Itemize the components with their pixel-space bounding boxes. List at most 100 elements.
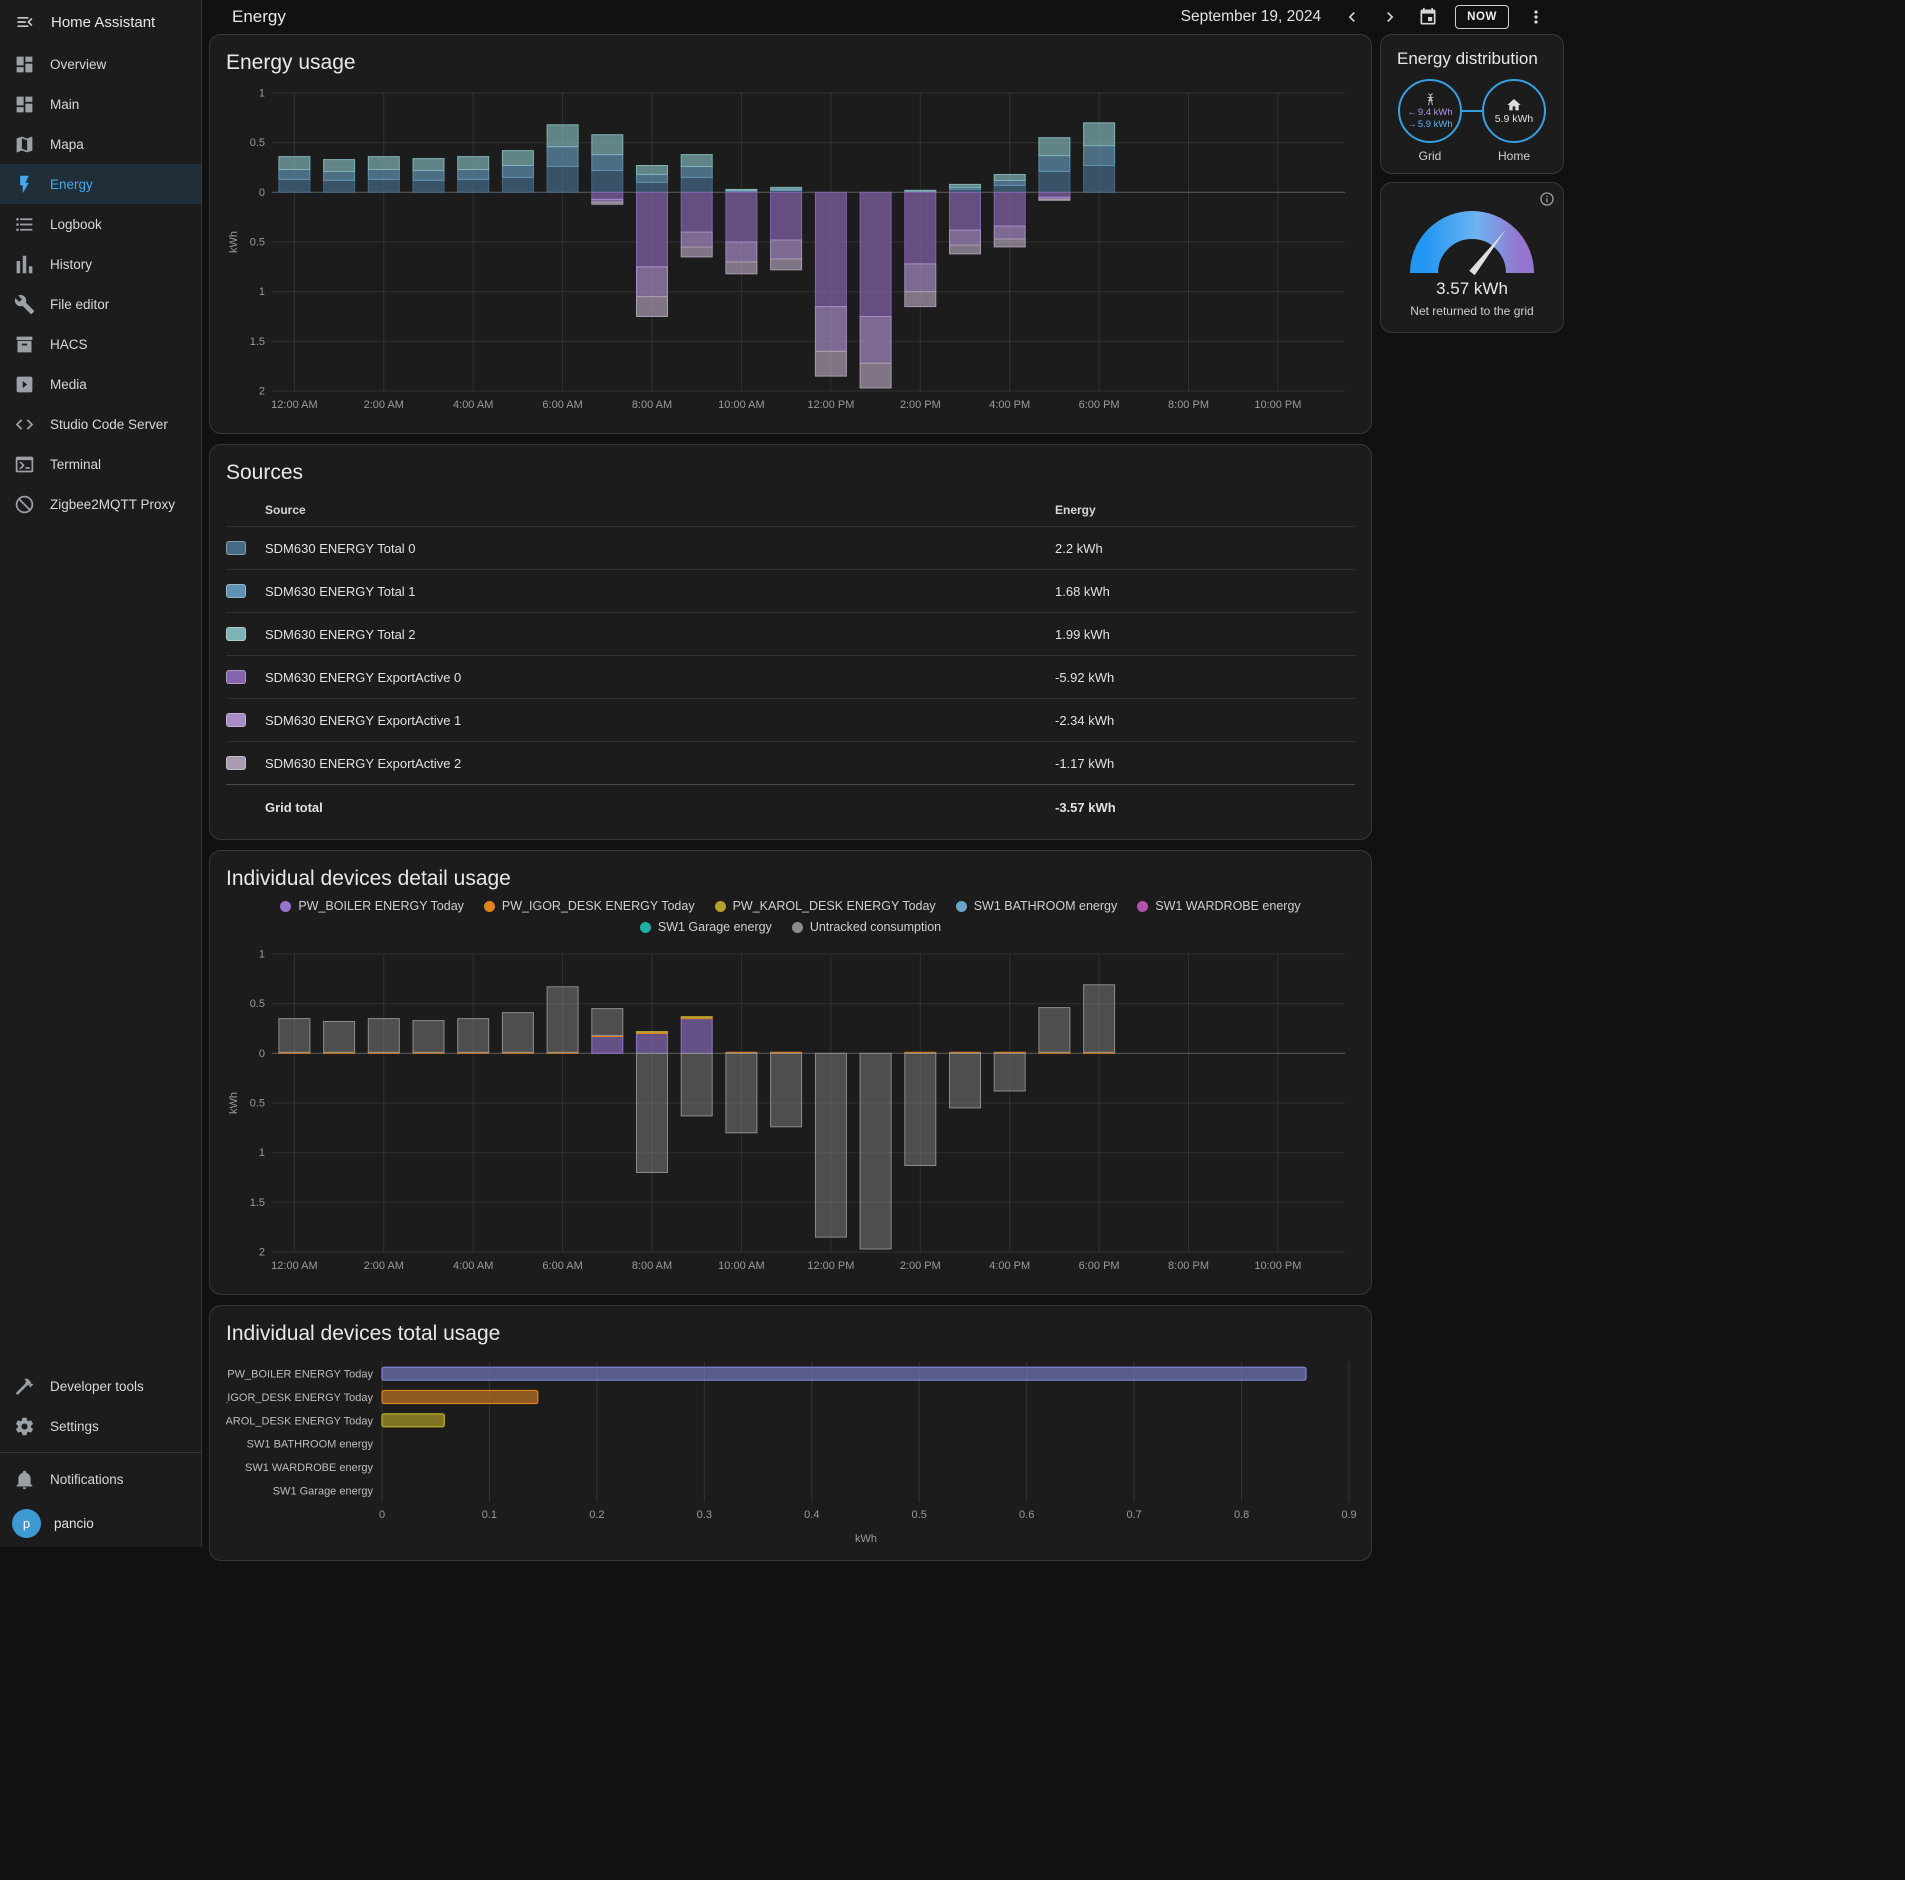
list-icon bbox=[14, 214, 35, 235]
source-row-sdm630-energy-total-2[interactable]: SDM630 ENERGY Total 2 1.99 kWh bbox=[226, 612, 1355, 655]
energy-usage-title: Energy usage bbox=[226, 51, 1355, 75]
source-row-sdm630-energy-exportactive-1[interactable]: SDM630 ENERGY ExportActive 1 -2.34 kWh bbox=[226, 698, 1355, 741]
sidebar-user[interactable]: p pancio bbox=[0, 1499, 201, 1547]
sidebar-item-mapa[interactable]: Mapa bbox=[0, 124, 201, 164]
sidebar-item-zigbee2mqtt-proxy[interactable]: Zigbee2MQTT Proxy bbox=[0, 484, 201, 524]
gauge-caption: Net returned to the grid bbox=[1410, 304, 1533, 318]
menu-open-icon bbox=[15, 12, 35, 32]
legend-item-pw-igor-desk-energy-today[interactable]: PW_IGOR_DESK ENERGY Today bbox=[484, 899, 695, 913]
svg-text:1: 1 bbox=[259, 949, 265, 961]
sidebar-item-studio-code-server[interactable]: Studio Code Server bbox=[0, 404, 201, 444]
now-button[interactable]: NOW bbox=[1455, 5, 1509, 29]
devices-detail-chart: 10.500.511.5212:00 AM2:00 AM4:00 AM6:00 … bbox=[226, 944, 1357, 1284]
home-value: 5.9 kWh bbox=[1495, 113, 1534, 125]
svg-text:0.1: 0.1 bbox=[482, 1509, 497, 1521]
sidebar-item-developer-tools[interactable]: Developer tools bbox=[0, 1366, 201, 1406]
source-name: SDM630 ENERGY Total 2 bbox=[265, 627, 1055, 642]
sidebar-item-label: Studio Code Server bbox=[50, 417, 168, 432]
sidebar-item-main[interactable]: Main bbox=[0, 84, 201, 124]
svg-text:12:00 PM: 12:00 PM bbox=[807, 1260, 854, 1272]
page-title: Energy bbox=[232, 7, 286, 27]
calendar-button[interactable] bbox=[1411, 0, 1445, 34]
svg-text:0: 0 bbox=[379, 1509, 385, 1521]
grid-home-connector bbox=[1462, 110, 1482, 112]
sidebar-item-label: History bbox=[50, 257, 92, 272]
grid-total-row: Grid total -3.57 kWh bbox=[226, 784, 1355, 829]
map-icon bbox=[14, 134, 35, 155]
flash-icon bbox=[14, 174, 35, 195]
legend-item-pw-karol-desk-energy-today[interactable]: PW_KAROL_DESK ENERGY Today bbox=[715, 899, 936, 913]
sidebar-item-media[interactable]: Media bbox=[0, 364, 201, 404]
legend-item-pw-boiler-energy-today[interactable]: PW_BOILER ENERGY Today bbox=[280, 899, 464, 913]
sidebar-spacer bbox=[0, 524, 201, 1366]
legend-label: SW1 WARDROBE energy bbox=[1155, 899, 1300, 913]
date-picker-label[interactable]: September 19, 2024 bbox=[1181, 8, 1321, 26]
calendar-icon bbox=[1418, 7, 1438, 27]
net-returned-gauge bbox=[1397, 197, 1547, 277]
sidebar-item-label: Energy bbox=[50, 177, 93, 192]
sources-card: Sources Source Energy SDM630 ENERGY Tota… bbox=[209, 444, 1372, 840]
source-row-sdm630-energy-total-1[interactable]: SDM630 ENERGY Total 1 1.68 kWh bbox=[226, 569, 1355, 612]
sidebar-item-settings[interactable]: Settings bbox=[0, 1406, 201, 1446]
legend-item-sw1-garage-energy[interactable]: SW1 Garage energy bbox=[640, 920, 772, 934]
svg-text:PW_BOILER ENERGY Today: PW_BOILER ENERGY Today bbox=[227, 1369, 373, 1381]
sidebar-item-history[interactable]: History bbox=[0, 244, 201, 284]
sidebar-item-overview[interactable]: Overview bbox=[0, 44, 201, 84]
source-row-sdm630-energy-total-0[interactable]: SDM630 ENERGY Total 0 2.2 kWh bbox=[226, 526, 1355, 569]
user-name: pancio bbox=[54, 1516, 94, 1531]
svg-text:8:00 PM: 8:00 PM bbox=[1168, 1260, 1209, 1272]
source-row-sdm630-energy-exportactive-2[interactable]: SDM630 ENERGY ExportActive 2 -1.17 kWh bbox=[226, 741, 1355, 784]
grid-node[interactable]: ← 9.4 kWh → 5.9 kWh bbox=[1398, 79, 1462, 143]
legend-item-untracked-consumption[interactable]: Untracked consumption bbox=[792, 920, 941, 934]
home-node[interactable]: 5.9 kWh bbox=[1482, 79, 1546, 143]
sidebar-item-hacs[interactable]: HACS bbox=[0, 324, 201, 364]
sidebar-item-label: Zigbee2MQTT Proxy bbox=[50, 497, 175, 512]
source-row-sdm630-energy-exportactive-0[interactable]: SDM630 ENERGY ExportActive 0 -5.92 kWh bbox=[226, 655, 1355, 698]
svg-text:10:00 AM: 10:00 AM bbox=[718, 399, 764, 411]
code-tags-icon bbox=[14, 414, 35, 435]
more-options-button[interactable] bbox=[1519, 0, 1553, 34]
svg-text:0.9: 0.9 bbox=[1341, 1509, 1356, 1521]
sidebar-nav: Overview Main Mapa Energy Logbook History File… bbox=[0, 44, 201, 524]
sidebar-item-notifications[interactable]: Notifications bbox=[0, 1459, 201, 1499]
devices-legend: PW_BOILER ENERGY Today PW_IGOR_DESK ENER… bbox=[226, 899, 1355, 934]
main-column: Energy usage 10.500.511.5212:00 AM2:00 A… bbox=[209, 34, 1372, 1561]
sidebar-item-energy[interactable]: Energy bbox=[0, 164, 201, 204]
view-dashboard-icon bbox=[14, 94, 35, 115]
source-column-header: Source bbox=[265, 503, 1055, 517]
avatar: p bbox=[12, 1509, 41, 1538]
sidebar-toggle-button[interactable] bbox=[13, 10, 37, 34]
chart-icon bbox=[14, 254, 35, 275]
notifications-label: Notifications bbox=[50, 1472, 124, 1487]
svg-text:1: 1 bbox=[259, 286, 265, 298]
svg-text:0.6: 0.6 bbox=[1019, 1509, 1034, 1521]
sidebar-item-logbook[interactable]: Logbook bbox=[0, 204, 201, 244]
source-name: SDM630 ENERGY ExportActive 1 bbox=[265, 713, 1055, 728]
sidebar-item-terminal[interactable]: Terminal bbox=[0, 444, 201, 484]
source-energy-value: -5.92 kWh bbox=[1055, 670, 1355, 685]
source-energy-value: 1.68 kWh bbox=[1055, 584, 1355, 599]
svg-text:10:00 PM: 10:00 PM bbox=[1254, 1260, 1301, 1272]
legend-item-sw1-wardrobe-energy[interactable]: SW1 WARDROBE energy bbox=[1137, 899, 1300, 913]
svg-text:8:00 AM: 8:00 AM bbox=[632, 399, 672, 411]
sidebar-item-label: Main bbox=[50, 97, 79, 112]
legend-label: SW1 BATHROOM energy bbox=[974, 899, 1118, 913]
source-name: SDM630 ENERGY Total 1 bbox=[265, 584, 1055, 599]
next-period-button[interactable] bbox=[1373, 0, 1407, 34]
prev-period-button[interactable] bbox=[1335, 0, 1369, 34]
source-color-swatch bbox=[226, 584, 246, 598]
info-button[interactable] bbox=[1539, 191, 1555, 210]
source-energy-value: -1.17 kWh bbox=[1055, 756, 1355, 771]
legend-dot bbox=[715, 901, 726, 912]
legend-item-sw1-bathroom-energy[interactable]: SW1 BATHROOM energy bbox=[956, 899, 1118, 913]
svg-text:0.5: 0.5 bbox=[250, 237, 265, 249]
source-color-swatch bbox=[226, 670, 246, 684]
source-name: SDM630 ENERGY ExportActive 2 bbox=[265, 756, 1055, 771]
sidebar-item-file-editor[interactable]: File editor bbox=[0, 284, 201, 324]
legend-dot bbox=[1137, 901, 1148, 912]
chevron-right-icon bbox=[1380, 7, 1400, 27]
sidebar: Home Assistant OverviewMainMapaEnergyLog… bbox=[0, 0, 202, 1547]
header-controls: September 19, 2024 NOW bbox=[1181, 0, 1553, 34]
source-color-swatch bbox=[226, 713, 246, 727]
svg-text:SW1 Garage energy: SW1 Garage energy bbox=[273, 1485, 374, 1497]
